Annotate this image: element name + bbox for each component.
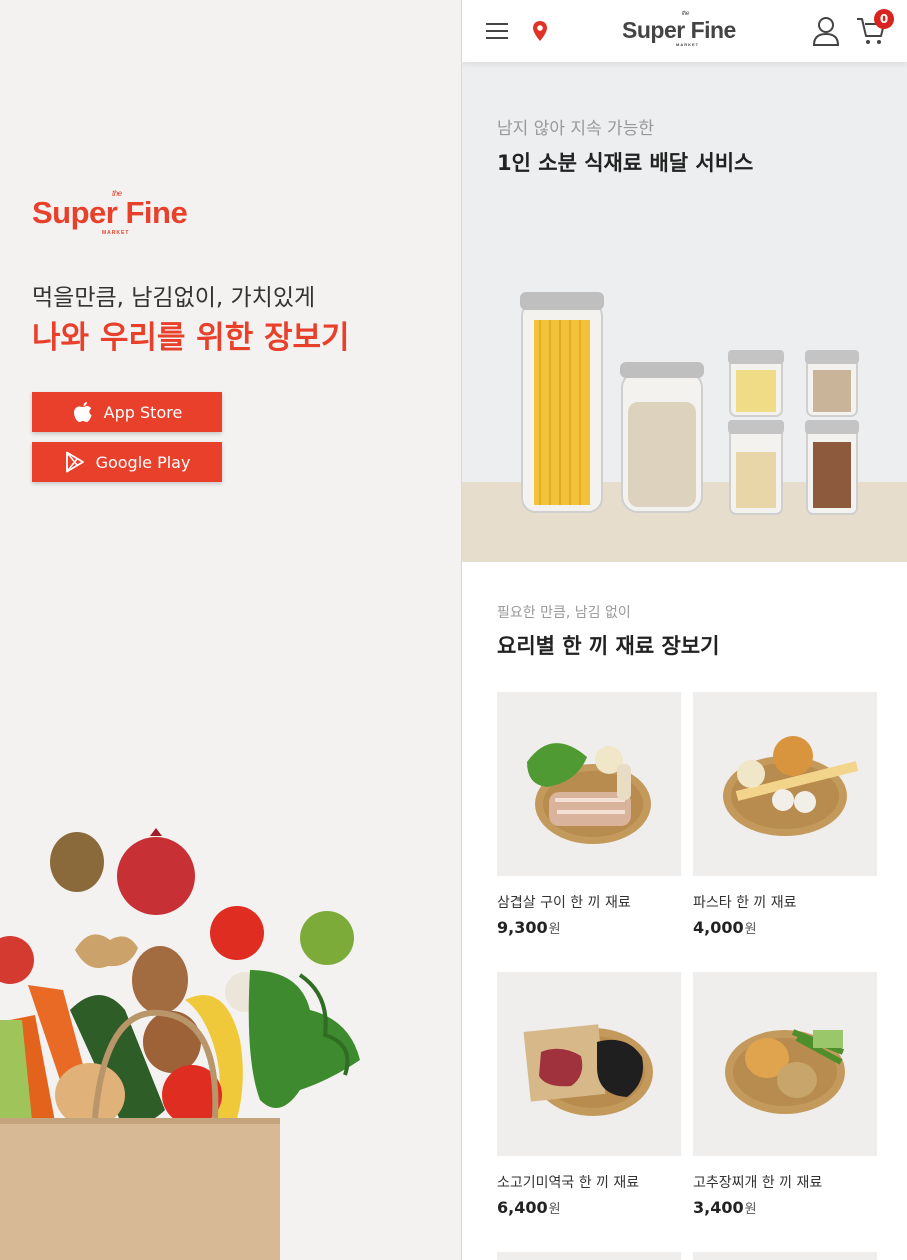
product-card[interactable]: 소고기미역국 한 끼 재료 6,400원	[497, 972, 681, 1217]
product-image-seaweed-soup	[497, 972, 681, 1156]
product-card[interactable]: 삼겹살 구이 한 끼 재료 9,300원	[497, 692, 681, 937]
hero-title: 1인 소분 식재료 배달 서비스	[497, 151, 754, 175]
google-play-label: Google Play	[95, 452, 191, 472]
header-logo-market: MARKET	[676, 42, 700, 47]
product-card[interactable]: 고추장찌개 한 끼 재료 3,400원	[693, 972, 877, 1217]
product-image-gochujang-stew	[693, 972, 877, 1156]
tagline-line2: 나와 우리를 위한 장보기	[32, 320, 350, 356]
brand-logo: Super Fine the MARKET	[32, 189, 188, 236]
header-logo-the: the	[682, 11, 689, 17]
product-price-value: 9,300	[497, 918, 548, 937]
cart-count-badge: 0	[874, 9, 894, 29]
app-header: Super Fine the MARKET 0	[462, 0, 907, 62]
hero-subtitle: 남지 않아 지속 가능한	[497, 119, 654, 139]
section-subtitle: 필요한 만큼, 남김 없이	[497, 605, 631, 621]
logo-name: Super Fine	[32, 195, 188, 230]
product-card[interactable]: 파스타 한 끼 재료 4,000원	[693, 692, 877, 937]
tagline-line1: 먹을만큼, 남김없이, 가치있게	[32, 285, 316, 311]
apple-icon	[73, 402, 92, 422]
product-price-value: 3,400	[693, 1198, 744, 1217]
product-name: 소고기미역국 한 끼 재료	[497, 1175, 640, 1191]
section-title: 요리별 한 끼 재료 장보기	[497, 634, 720, 658]
header-logo[interactable]: Super Fine the MARKET	[622, 11, 736, 47]
menu-icon[interactable]	[486, 22, 508, 40]
product-price: 6,400원	[497, 1198, 681, 1217]
location-pin-icon[interactable]	[532, 20, 548, 42]
hero-banner: 남지 않아 지속 가능한 1인 소분 식재료 배달 서비스	[462, 62, 907, 562]
storage-jars-image	[462, 292, 907, 562]
product-price: 9,300원	[497, 918, 681, 937]
product-price: 4,000원	[693, 918, 877, 937]
google-play-icon	[65, 451, 84, 473]
produce-bag-image	[0, 828, 360, 1260]
user-icon[interactable]	[812, 16, 840, 46]
header-logo-name: Super Fine	[622, 17, 736, 43]
google-play-button[interactable]: Google Play	[32, 442, 222, 482]
product-price-unit: 원	[744, 1202, 757, 1217]
product-price-value: 4,000	[693, 918, 744, 937]
product-card-next[interactable]	[693, 1252, 877, 1260]
product-price: 3,400원	[693, 1198, 877, 1217]
product-price-unit: 원	[548, 922, 561, 937]
product-price-unit: 원	[548, 1202, 561, 1217]
product-image-pasta	[693, 692, 877, 876]
product-name: 삼겹살 구이 한 끼 재료	[497, 895, 631, 911]
product-price-unit: 원	[744, 922, 757, 937]
product-card-next[interactable]	[497, 1252, 681, 1260]
logo-market: MARKET	[102, 230, 130, 236]
mobile-app-panel: Super Fine the MARKET 0 남지 않아 지속 가능한 1인 …	[462, 0, 907, 1260]
app-store-label: App Store	[103, 402, 183, 422]
product-image-pork	[497, 692, 681, 876]
logo-the: the	[112, 189, 122, 198]
product-name: 고추장찌개 한 끼 재료	[693, 1175, 823, 1191]
product-price-value: 6,400	[497, 1198, 548, 1217]
product-name: 파스타 한 끼 재료	[693, 895, 797, 911]
app-store-button[interactable]: App Store	[32, 392, 222, 432]
left-promo-panel: Super Fine the MARKET 먹을만큼, 남김없이, 가치있게 나…	[0, 0, 461, 1260]
